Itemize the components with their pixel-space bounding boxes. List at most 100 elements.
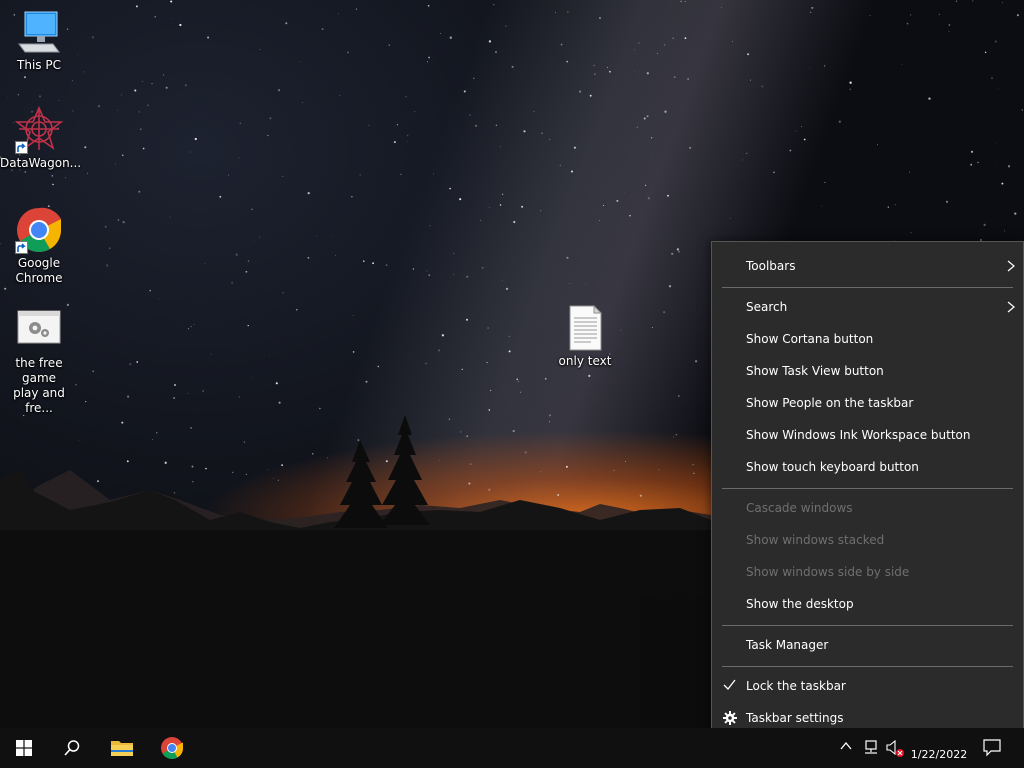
star: [428, 56, 430, 59]
menu-item-task-manager[interactable]: Task Manager: [712, 629, 1023, 661]
menu-item-search[interactable]: Search: [712, 291, 1023, 323]
star: [252, 376, 254, 378]
star: [803, 138, 806, 141]
star: [134, 89, 137, 92]
desktop-icon-free-game[interactable]: the free game play and fre...: [0, 306, 78, 416]
search-icon: [64, 740, 80, 756]
menu-item-show-windows-side-by-side: Show windows side by side: [712, 556, 1023, 588]
star: [589, 94, 592, 97]
star: [511, 65, 514, 68]
star: [521, 205, 524, 208]
star: [253, 241, 255, 242]
desktop-icon-only-text[interactable]: only text: [546, 304, 624, 369]
star: [489, 206, 490, 208]
star: [372, 262, 375, 265]
star: [179, 23, 182, 27]
star: [1014, 212, 1017, 215]
desktop-icon-label: only text: [558, 354, 612, 368]
star: [489, 389, 492, 392]
star: [251, 208, 253, 210]
star: [555, 11, 557, 13]
star: [165, 86, 168, 89]
star: [117, 109, 119, 111]
star: [516, 378, 519, 381]
star: [789, 149, 792, 152]
menu-item-show-task-view-button[interactable]: Show Task View button: [712, 355, 1023, 387]
star: [501, 280, 503, 281]
menu-item-show-touch-keyboard[interactable]: Show touch keyboard button: [712, 451, 1023, 483]
taskbar[interactable]: [0, 728, 1024, 768]
star: [566, 256, 569, 259]
taskbar-clock-date[interactable]: 1/22/2022: [905, 748, 973, 761]
star: [651, 326, 653, 328]
start-button[interactable]: [0, 728, 48, 768]
star: [187, 393, 189, 394]
star: [7, 96, 8, 98]
chevron-up-icon[interactable]: [840, 742, 852, 750]
notification-icon[interactable]: [983, 739, 1001, 757]
star: [809, 11, 812, 14]
star: [147, 104, 149, 107]
star: [732, 41, 734, 42]
star: [321, 28, 324, 31]
file-explorer-icon: [111, 741, 133, 756]
star: [238, 396, 240, 398]
star: [569, 283, 571, 285]
star: [838, 120, 841, 123]
star: [299, 61, 301, 63]
star: [71, 80, 73, 82]
star: [624, 191, 626, 193]
star: [523, 130, 526, 133]
star: [296, 308, 298, 311]
star: [594, 73, 596, 75]
desktop-icon-label-line1: Google: [17, 256, 61, 270]
star: [193, 323, 195, 325]
desktop-icon-google-chrome[interactable]: Google Chrome: [0, 206, 78, 286]
menu-item-label: Show Task View button: [746, 364, 884, 378]
menu-item-toolbars[interactable]: Toolbars: [712, 250, 1023, 282]
volume-muted-icon[interactable]: [886, 740, 906, 758]
star: [359, 174, 361, 176]
star: [365, 380, 368, 383]
star: [138, 190, 141, 193]
network-icon[interactable]: [862, 740, 880, 756]
search-button[interactable]: [48, 728, 96, 768]
star: [970, 150, 974, 153]
menu-separator: [722, 625, 1013, 626]
star: [413, 110, 416, 113]
desktop-icon-label-line1: the free game: [15, 356, 63, 385]
star: [149, 289, 151, 292]
star: [636, 126, 638, 128]
star: [439, 33, 441, 34]
star: [83, 71, 85, 73]
star: [603, 204, 605, 206]
star: [449, 187, 451, 190]
chrome-taskbar-button[interactable]: [148, 728, 196, 768]
star: [567, 11, 569, 13]
menu-item-label: Show windows side by side: [746, 565, 910, 579]
star: [972, 0, 974, 2]
menu-item-lock-the-taskbar[interactable]: Lock the taskbar: [712, 670, 1023, 702]
star: [302, 102, 304, 104]
desktop-icon-this-pc[interactable]: This PC: [0, 8, 78, 73]
star: [441, 334, 445, 337]
star: [352, 351, 355, 353]
star: [559, 164, 561, 166]
star: [616, 199, 619, 202]
star: [106, 264, 109, 267]
star: [269, 117, 272, 120]
menu-item-show-cortana-button[interactable]: Show Cortana button: [712, 323, 1023, 355]
menu-item-show-people[interactable]: Show People on the taskbar: [712, 387, 1023, 419]
star: [92, 370, 95, 373]
menu-item-show-windows-ink[interactable]: Show Windows Ink Workspace button: [712, 419, 1023, 451]
star: [901, 64, 903, 65]
star: [190, 151, 192, 153]
star: [142, 81, 144, 83]
star: [139, 128, 142, 131]
star: [505, 287, 509, 291]
menu-item-show-the-desktop[interactable]: Show the desktop: [712, 588, 1023, 620]
star: [694, 360, 698, 363]
star: [355, 8, 358, 10]
file-explorer-button[interactable]: [98, 728, 146, 768]
desktop-icon-datawagon[interactable]: DataWagon...: [0, 105, 81, 171]
